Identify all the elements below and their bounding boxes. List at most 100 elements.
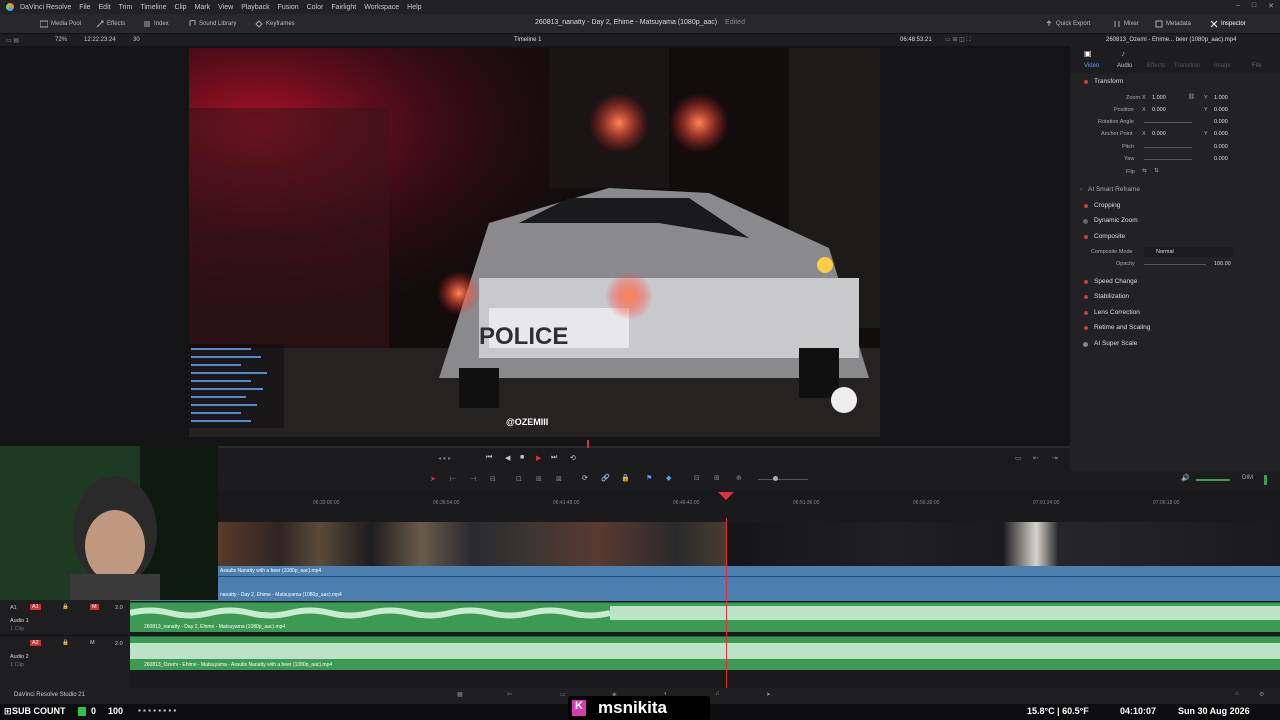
a1-source-tag[interactable]: A1 xyxy=(30,604,41,610)
viewer-options-icon[interactable]: ▭ ⊞ ◫ ⛶ xyxy=(945,36,971,44)
video-frame[interactable]: POLICE xyxy=(189,48,880,437)
menu-clip[interactable]: Clip xyxy=(175,4,187,11)
maximize-icon[interactable]: □ xyxy=(1252,2,1256,10)
opacity-value[interactable]: 100.00 xyxy=(1214,261,1231,267)
start-icon[interactable]: ⊞ xyxy=(4,706,12,717)
zoom-full-icon[interactable]: ⊟ xyxy=(694,474,700,482)
flag-icon[interactable]: ⚑ xyxy=(646,474,652,482)
insert-clip-icon[interactable]: ⊡ xyxy=(516,475,522,483)
loop-button[interactable]: ⟲ xyxy=(570,454,576,462)
edit-page-icon[interactable]: ▭ xyxy=(560,691,566,698)
lens-correction-section[interactable]: Lens Correction xyxy=(1070,307,1280,321)
settings-icon[interactable]: ⚙ xyxy=(1259,691,1264,698)
rotation-value[interactable]: 0.000 xyxy=(1214,119,1228,125)
media-page-icon[interactable]: ▦ xyxy=(457,691,463,698)
stop-button[interactable]: ■ xyxy=(520,454,524,461)
last-frame-button[interactable]: ⏭ xyxy=(551,454,557,462)
zoom-detail-icon[interactable]: ⊞ xyxy=(714,474,720,482)
retime-section[interactable]: Retime and Scaling xyxy=(1070,322,1280,336)
trim-tool-icon[interactable]: ⊢ xyxy=(450,475,456,483)
viewer-layout-icon[interactable]: ▭ ▤ xyxy=(6,37,19,44)
yaw-slider[interactable] xyxy=(1144,159,1192,160)
tab-transition[interactable]: Transition xyxy=(1174,63,1200,69)
mixer-button[interactable]: Mixer xyxy=(1113,20,1139,28)
home-icon[interactable]: ⌂ xyxy=(1235,691,1239,697)
close-icon[interactable]: ✕ xyxy=(1268,2,1274,10)
timeline-zoom-slider[interactable] xyxy=(758,479,808,480)
next-edit-icon[interactable]: ⇥ xyxy=(1052,454,1058,462)
linked-selection-icon[interactable]: 🔗 xyxy=(601,474,610,482)
sound-library-button[interactable]: Sound Library xyxy=(188,20,236,28)
play-button[interactable]: ▶ xyxy=(536,454,541,462)
index-button[interactable]: Index xyxy=(143,20,169,28)
opacity-slider[interactable] xyxy=(1144,264,1206,265)
menu-trim[interactable]: Trim xyxy=(119,4,133,11)
prev-edit-icon[interactable]: ⇤ xyxy=(1033,454,1039,462)
dynamic-trim-icon[interactable]: ⊣ xyxy=(470,475,476,483)
transform-section[interactable]: Transform xyxy=(1070,76,1280,90)
volume-slider[interactable] xyxy=(1196,479,1230,481)
tab-audio[interactable]: Audio xyxy=(1117,63,1132,69)
selection-tool-icon[interactable]: ➤ xyxy=(430,475,436,483)
video-clip-thumbs-2[interactable] xyxy=(726,522,1280,566)
menu-color[interactable]: Color xyxy=(307,4,324,11)
rotation-slider[interactable] xyxy=(1144,122,1192,123)
menu-mark[interactable]: Mark xyxy=(195,4,211,11)
audio-tab-icon[interactable]: ♪ xyxy=(1121,49,1125,58)
media-pool-button[interactable]: Media Pool xyxy=(40,20,81,28)
audio-track-2-header[interactable]: A2 🔒 M 2.0 Audio 2 1 Clip xyxy=(0,636,130,672)
pitch-slider[interactable] xyxy=(1144,147,1192,148)
lock-icon[interactable]: 🔒 xyxy=(62,640,69,646)
a2-name[interactable]: Audio 2 xyxy=(10,654,29,660)
zoom-level[interactable]: 72% xyxy=(55,37,67,43)
dim-button[interactable]: DIM xyxy=(1242,475,1253,481)
effects-button[interactable]: Effects xyxy=(96,20,125,28)
menu-fusion[interactable]: Fusion xyxy=(278,4,299,11)
composite-mode-dropdown[interactable]: Normal xyxy=(1144,247,1234,257)
timeline-ruler[interactable]: 06:32:00:00 06:36:54:00 06:41:48:00 06:4… xyxy=(218,490,1280,518)
audio-clip-2[interactable]: 260813_Ozemi - Ehime - Matsuyama - Assul… xyxy=(130,636,1280,670)
menu-edit[interactable]: Edit xyxy=(99,4,111,11)
position-y-value[interactable]: 0.000 xyxy=(1214,107,1228,113)
fairlight-page-icon[interactable]: ♫ xyxy=(715,691,720,697)
video-clip-1[interactable]: Assults Nanatty with a beer (1080p_aac).… xyxy=(130,566,1280,576)
quick-export-button[interactable]: Quick Export xyxy=(1045,20,1090,28)
composite-section[interactable]: Composite xyxy=(1070,231,1280,245)
deliver-page-icon[interactable]: ➤ xyxy=(766,691,771,698)
tab-video[interactable]: Video xyxy=(1084,63,1099,69)
dynamic-zoom-section[interactable]: Dynamic Zoom xyxy=(1070,215,1280,229)
tab-file[interactable]: File xyxy=(1252,63,1262,69)
first-frame-button[interactable]: ⏮ xyxy=(486,454,492,462)
smart-reframe-section[interactable]: › AI Smart Reframe xyxy=(1070,184,1280,198)
replace-clip-icon[interactable]: ⊠ xyxy=(556,475,562,483)
audio-track-1-header[interactable]: A1 A1 🔒 M 2.0 Audio 1 1 Clip xyxy=(0,600,130,636)
playhead[interactable] xyxy=(726,518,727,688)
zoom-y-value[interactable]: 1.000 xyxy=(1214,95,1228,101)
snapping-icon[interactable]: ⟳ xyxy=(582,474,588,482)
a2-source-tag[interactable]: A2 xyxy=(30,640,41,646)
stabilization-section[interactable]: Stabilization xyxy=(1070,291,1280,305)
mute-button[interactable]: M xyxy=(90,604,99,610)
audio-clip-1[interactable]: 260813_nanatty - Day 2, Ehime - Matsuyam… xyxy=(130,602,1280,632)
reverse-button[interactable]: ◀ xyxy=(505,454,510,462)
taskbar-app-icons[interactable]: ▪ ▪ ▪ ▪ ▪ ▪ ▪ ▪ xyxy=(138,706,176,715)
cropping-section[interactable]: Cropping xyxy=(1070,200,1280,214)
menu-app[interactable]: DaVinci Resolve xyxy=(20,4,71,11)
menu-fairlight[interactable]: Fairlight xyxy=(331,4,356,11)
scrub-playhead[interactable] xyxy=(587,440,589,448)
menu-playback[interactable]: Playback xyxy=(241,4,269,11)
keyframes-button[interactable]: Keyframes xyxy=(255,20,295,28)
section-enable-dot[interactable] xyxy=(1084,80,1088,84)
menu-help[interactable]: Help xyxy=(407,4,421,11)
menu-view[interactable]: View xyxy=(218,4,233,11)
flip-vertical-icon[interactable]: ⇅ xyxy=(1154,168,1159,174)
anchor-x-value[interactable]: 0.000 xyxy=(1152,131,1166,137)
menu-file[interactable]: File xyxy=(79,4,90,11)
yaw-value[interactable]: 0.000 xyxy=(1214,156,1228,162)
jog-control[interactable]: ◂ ● ▸ xyxy=(438,455,451,462)
lock-icon[interactable]: 🔒 xyxy=(62,604,69,610)
volume-icon[interactable]: 🔊 xyxy=(1181,474,1190,482)
anchor-y-value[interactable]: 0.000 xyxy=(1214,131,1228,137)
metadata-button[interactable]: Metadata xyxy=(1155,20,1191,28)
a1-name[interactable]: Audio 1 xyxy=(10,618,29,624)
